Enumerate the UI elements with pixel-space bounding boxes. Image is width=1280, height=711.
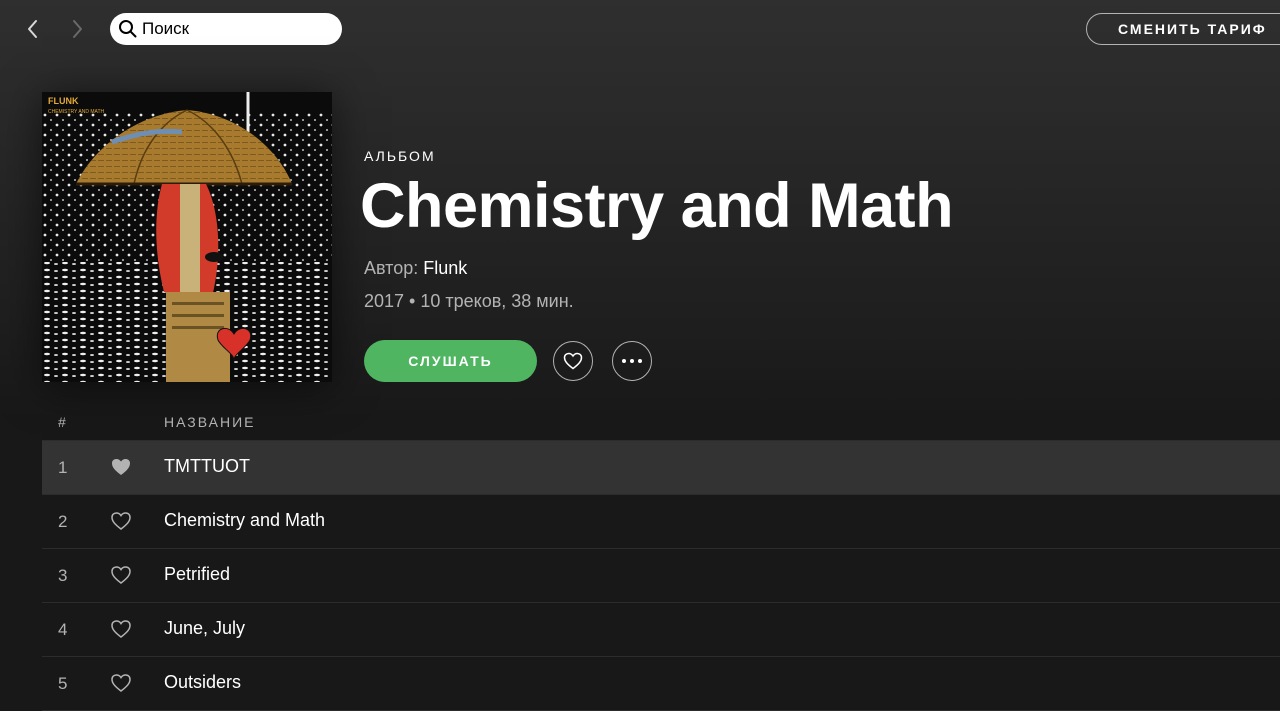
more-options-button[interactable] [612, 341, 652, 381]
track-number: 5 [58, 674, 68, 693]
search-input[interactable] [142, 19, 332, 39]
heart-icon[interactable] [110, 511, 132, 531]
search-box[interactable] [110, 13, 342, 45]
heart-icon[interactable] [110, 619, 132, 639]
track-number: 1 [58, 458, 68, 477]
heart-icon[interactable] [110, 565, 132, 585]
track-row[interactable]: 1 TMTTUOT [42, 441, 1280, 495]
track-title: TMTTUOT [164, 456, 250, 476]
heart-icon[interactable] [110, 673, 132, 693]
tracklist: # НАЗВАНИЕ 1 TMTTUOT 2 Chemistry and Mat… [42, 404, 1280, 711]
track-row[interactable]: 4 June, July [42, 603, 1280, 657]
search-icon [119, 20, 137, 38]
back-button[interactable] [18, 14, 48, 44]
svg-text:FLUNK: FLUNK [48, 96, 79, 106]
track-row[interactable]: 2 Chemistry and Math [42, 495, 1280, 549]
column-title-header[interactable]: НАЗВАНИЕ [164, 414, 255, 430]
artist-link[interactable]: Flunk [423, 258, 467, 278]
track-row[interactable]: 5 Outsiders [42, 657, 1280, 711]
track-title: Petrified [164, 564, 231, 584]
chevron-left-icon [28, 20, 37, 38]
track-row[interactable]: 3 Petrified [42, 549, 1280, 603]
upgrade-button[interactable]: СМЕНИТЬ ТАРИФ [1086, 13, 1280, 45]
save-album-button[interactable] [553, 341, 593, 381]
column-number-header: # [58, 414, 66, 430]
track-number: 4 [58, 620, 68, 639]
forward-button[interactable] [62, 14, 92, 44]
play-button[interactable]: СЛУШАТЬ [364, 340, 537, 382]
track-title: June, July [164, 618, 246, 638]
artist-prefix: Автор: [364, 258, 419, 278]
album-cover: FLUNK CHEMISTRY AND MATH [42, 92, 332, 382]
album-title: Chemistry and Math [360, 171, 954, 241]
track-number: 2 [58, 512, 68, 531]
heart-icon [563, 352, 583, 370]
album-meta: 2017 • 10 треков, 38 мин. [364, 291, 574, 311]
svg-text:CHEMISTRY AND MATH: CHEMISTRY AND MATH [48, 109, 105, 115]
tracklist-header: # НАЗВАНИЕ [42, 404, 1280, 441]
more-dots-icon [622, 359, 642, 363]
track-title: Outsiders [164, 672, 242, 692]
heart-filled-icon[interactable] [110, 457, 132, 477]
track-title: Chemistry and Math [164, 510, 326, 530]
app-window: СМЕНИТЬ ТАРИФ [0, 0, 1280, 711]
album-cover-art: FLUNK CHEMISTRY AND MATH [42, 92, 332, 382]
artist-line: Автор: Flunk [364, 258, 467, 279]
album-type-label: АЛЬБОМ [364, 148, 436, 164]
chevron-right-icon [73, 20, 82, 38]
track-number: 3 [58, 566, 68, 585]
